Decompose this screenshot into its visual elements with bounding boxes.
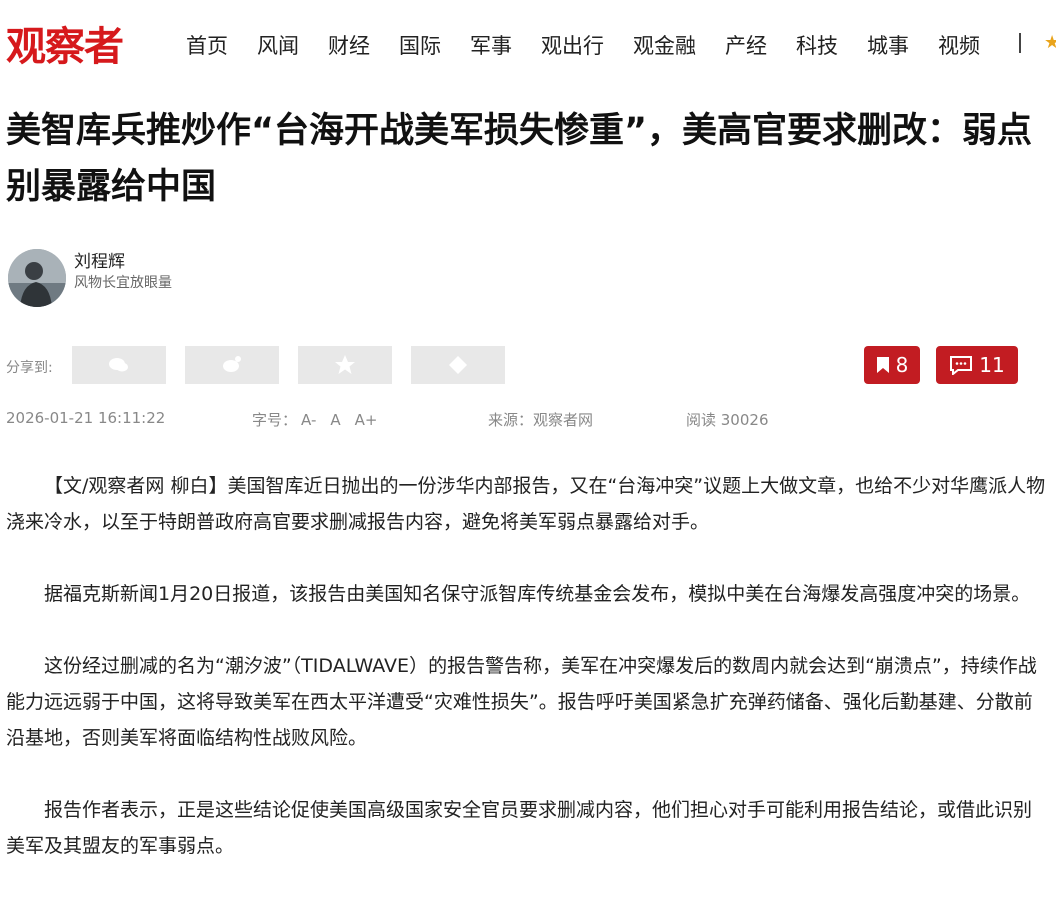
share-wechat-button[interactable] bbox=[72, 346, 166, 384]
nav-item-tech[interactable]: 科技 bbox=[796, 30, 838, 60]
nav-item-fengwen[interactable]: 风闻 bbox=[257, 30, 299, 60]
nav-divider bbox=[1019, 33, 1021, 53]
share-weibo-button[interactable] bbox=[185, 346, 279, 384]
comment-icon bbox=[950, 356, 973, 375]
comment-button[interactable]: 11 bbox=[936, 346, 1018, 384]
nav-item-home[interactable]: 首页 bbox=[186, 30, 228, 60]
more-share-icon bbox=[449, 356, 467, 374]
nav-item-banking[interactable]: 观金融 bbox=[633, 30, 696, 60]
star-icon[interactable]: ★ bbox=[1044, 32, 1056, 53]
article-body: 【文/观察者网 柳白】美国智库近日抛出的一份涉华内部报告，又在“台海冲突”议题上… bbox=[6, 468, 1050, 900]
author-avatar[interactable] bbox=[8, 249, 66, 307]
nav-item-mobility[interactable]: 观出行 bbox=[541, 30, 604, 60]
avatar-image bbox=[8, 249, 66, 307]
site-header: 观察者 首页 风闻 财经 国际 军事 观出行 观金融 产经 科技 城事 视频 ★ bbox=[0, 0, 1056, 92]
font-normal-button[interactable]: A bbox=[330, 411, 340, 429]
article-paragraph: 据福克斯新闻1月20日报道，该报告由美国知名保守派智库传统基金会发布，模拟中美在… bbox=[44, 583, 1031, 605]
nav-item-international[interactable]: 国际 bbox=[399, 30, 441, 60]
article-paragraph: 【文/观察者网 柳白】美国智库近日抛出的一份涉华内部报告，又在“台海冲突”议题上… bbox=[6, 475, 1046, 533]
nav-item-finance[interactable]: 财经 bbox=[328, 30, 370, 60]
font-size-controls: 字号： A- A A+ bbox=[252, 409, 377, 430]
nav-item-military[interactable]: 军事 bbox=[470, 30, 512, 60]
article-source: 来源：观察者网 bbox=[488, 411, 594, 429]
nav-item-city[interactable]: 城事 bbox=[867, 30, 909, 60]
read-count: 阅读 30026 bbox=[686, 411, 769, 429]
author-tagline: 风物长宜放眼量 bbox=[74, 275, 172, 291]
bookmark-button[interactable]: 8 bbox=[864, 346, 920, 384]
share-label: 分享到: bbox=[6, 360, 53, 376]
bookmark-icon bbox=[876, 357, 889, 373]
article-paragraph: 报告作者表示，正是这些结论促使美国高级国家安全官员要求删减内容，他们担心对手可能… bbox=[6, 799, 1033, 857]
share-more-button[interactable] bbox=[411, 346, 505, 384]
qzone-icon bbox=[335, 355, 355, 374]
font-smaller-button[interactable]: A- bbox=[301, 411, 316, 429]
author-name[interactable]: 刘程辉 bbox=[74, 247, 125, 272]
wechat-icon bbox=[109, 358, 128, 372]
publish-datetime: 2026-01-21 16:11:22 bbox=[6, 409, 166, 427]
bookmark-count: 8 bbox=[895, 353, 909, 377]
nav-item-industry[interactable]: 产经 bbox=[725, 30, 767, 60]
font-larger-button[interactable]: A+ bbox=[355, 411, 378, 429]
article-paragraph: 这份经过删减的名为“潮汐波”（TIDALWAVE）的报告警告称，美军在冲突爆发后… bbox=[6, 655, 1037, 749]
font-size-label: 字号： bbox=[252, 411, 298, 429]
nav-item-video[interactable]: 视频 bbox=[938, 30, 980, 60]
article-title: 美智库兵推炒作“台海开战美军损失惨重”，美高官要求删改：弱点别暴露给中国 bbox=[6, 111, 1033, 207]
main-nav: 首页 风闻 财经 国际 军事 观出行 观金融 产经 科技 城事 视频 bbox=[186, 30, 1009, 60]
comment-count: 11 bbox=[979, 353, 1005, 377]
share-qzone-button[interactable] bbox=[298, 346, 392, 384]
site-logo[interactable]: 观察者 bbox=[6, 14, 124, 72]
weibo-icon bbox=[223, 356, 241, 372]
